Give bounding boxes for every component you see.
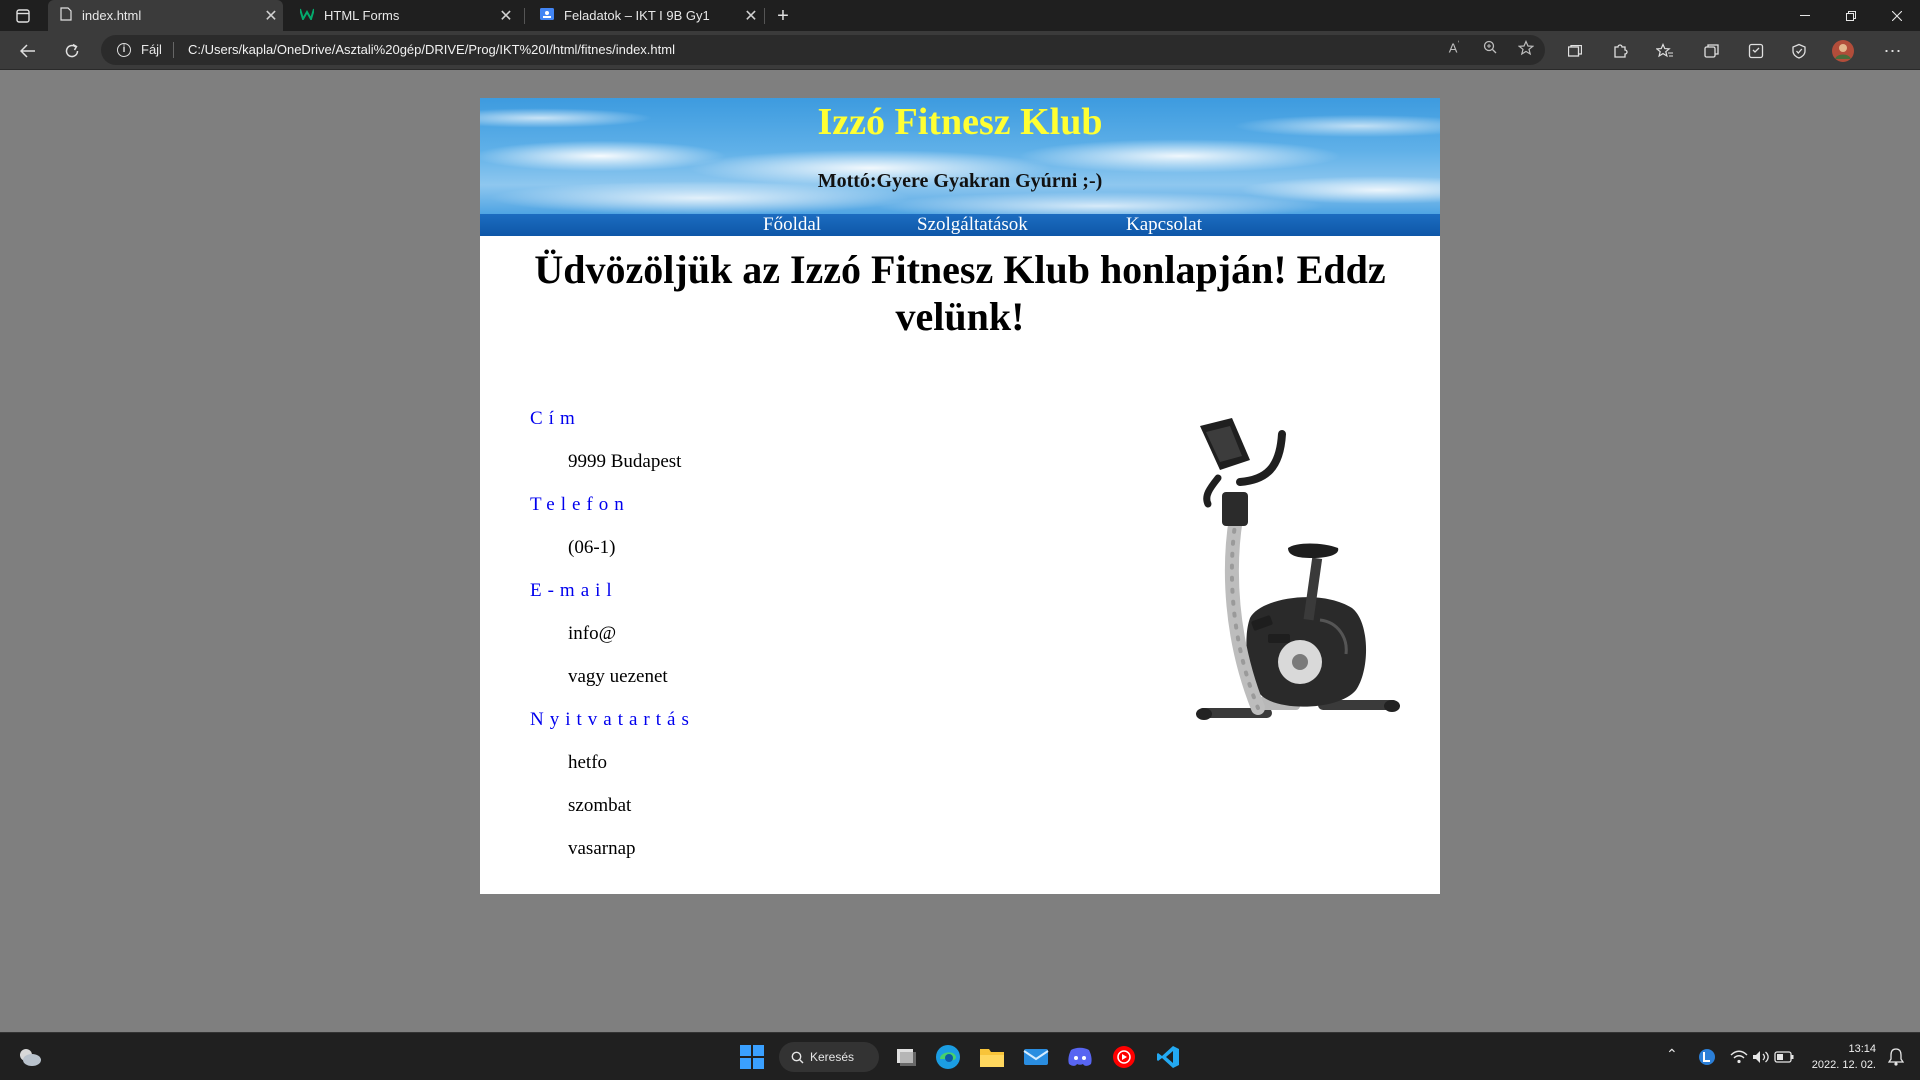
nav-link-contact[interactable]: Kapcsolat [1126,214,1202,236]
nav-link-home[interactable]: Főoldal [763,214,821,236]
web-capture-icon[interactable] [1741,36,1771,66]
collections-icon[interactable] [1697,36,1727,66]
page-icon [60,7,72,24]
tab-title: Feladatok – IKT I 9B Gy1 [564,8,710,23]
read-aloud-icon[interactable]: Aʼ [1443,40,1465,60]
info-icon[interactable]: i [117,43,131,57]
phone-value: (06-1) [568,537,616,558]
restore-icon[interactable] [1828,0,1874,31]
classroom-icon [540,8,554,23]
youtube-music-icon[interactable] [1108,1041,1140,1073]
email-value: info@ [568,623,617,644]
clock-date: 2022. 12. 02. [1811,1059,1876,1071]
address-divider [173,42,174,58]
motto: Mottó:Gyere Gyakran Gyúrni ;-) [817,170,1103,192]
file-explorer-icon[interactable] [976,1041,1008,1073]
hours-item: vasarnap [568,838,636,859]
tab-title: index.html [82,8,142,23]
address-label: Cím [530,408,581,429]
task-view-icon[interactable] [890,1041,922,1073]
hours-item: hetfo [568,752,608,773]
new-tab-icon[interactable]: + [768,1,798,31]
exercise-bike-image [1196,418,1400,720]
site-title: Izzó Fitnesz Klub [817,101,1103,143]
clock[interactable]: 13:14 2022. 12. 02. [1804,1041,1876,1073]
sky-banner: Izzó Fitnesz Klub Mottó:Gyere Gyakran Gy… [480,98,1440,214]
search-icon [791,1051,804,1063]
tab-actions-icon[interactable] [8,1,38,31]
profile-avatar[interactable] [1828,36,1858,66]
extensions-icon[interactable] [1605,36,1635,66]
nav-bar: Főoldal Szolgáltatások Kapcsolat [480,214,1440,236]
address-value: 9999 Budapest [568,451,682,472]
discord-icon[interactable] [1064,1041,1096,1073]
reload-icon[interactable] [57,36,87,66]
close-tab-icon[interactable]: ✕ [739,6,763,26]
show-hidden-icons-icon[interactable]: ⌃ [1666,1046,1678,1063]
battery-icon[interactable] [1768,1041,1800,1073]
tab-title: HTML Forms [324,8,400,23]
windows-taskbar: Keresés ⌃ 13:14 2022. 12. 02. [0,1032,1920,1080]
w3schools-icon [299,8,315,23]
browser-tab-strip: index.html ✕ HTML Forms ✕ Feladatok – IK… [0,0,1920,31]
opening-hours-label: Nyitvatartás [530,709,695,730]
more-options-icon[interactable]: ⋯ [1878,36,1908,66]
close-tab-icon[interactable]: ✕ [259,6,283,26]
minimize-icon[interactable] [1782,0,1828,31]
lock-status-icon[interactable] [1691,1041,1723,1073]
zoom-icon[interactable] [1479,40,1501,60]
email-alt-value: vagy uezenet [568,666,668,687]
url-text[interactable]: C:/Users/kapla/OneDrive/Asztali%20gép/DR… [188,42,675,57]
hours-item: szombat [568,795,632,816]
close-window-icon[interactable] [1874,0,1920,31]
welcome-heading: Üdvözöljük az Izzó Fitnesz Klub honlapjá… [534,247,1386,339]
tab-index-html[interactable]: index.html ✕ [48,0,283,31]
browser-essentials-icon[interactable] [1784,36,1814,66]
split-screen-icon[interactable] [1560,36,1590,66]
tab-feladatok[interactable]: Feladatok – IKT I 9B Gy1 ✕ [528,0,763,31]
edge-icon[interactable] [932,1041,964,1073]
windows-start-icon[interactable] [736,1041,768,1073]
weather-icon[interactable] [14,1041,46,1073]
mail-icon[interactable] [1020,1041,1052,1073]
address-bar[interactable]: i Fájl C:/Users/kapla/OneDrive/Asztali%2… [101,35,1545,65]
back-icon[interactable] [13,36,43,66]
email-label: E-mail [530,580,618,601]
favorites-icon[interactable] [1650,36,1680,66]
notification-bell-icon[interactable] [1880,1041,1912,1073]
browser-toolbar: i Fájl C:/Users/kapla/OneDrive/Asztali%2… [0,31,1920,70]
close-tab-icon[interactable]: ✕ [494,6,518,26]
tab-divider [764,8,765,24]
search-label: Keresés [810,1050,855,1064]
file-scheme-label: Fájl [141,42,162,57]
nav-link-services[interactable]: Szolgáltatások [917,214,1028,236]
phone-label: Telefon [530,494,630,515]
taskbar-search[interactable]: Keresés [779,1042,879,1072]
favorite-star-icon[interactable] [1515,40,1537,60]
clock-time: 13:14 [1848,1043,1876,1055]
vscode-icon[interactable] [1152,1041,1184,1073]
tab-html-forms[interactable]: HTML Forms ✕ [288,0,518,31]
web-page: Izzó Fitnesz Klub Mottó:Gyere Gyakran Gy… [480,98,1440,894]
tab-divider [524,8,525,24]
